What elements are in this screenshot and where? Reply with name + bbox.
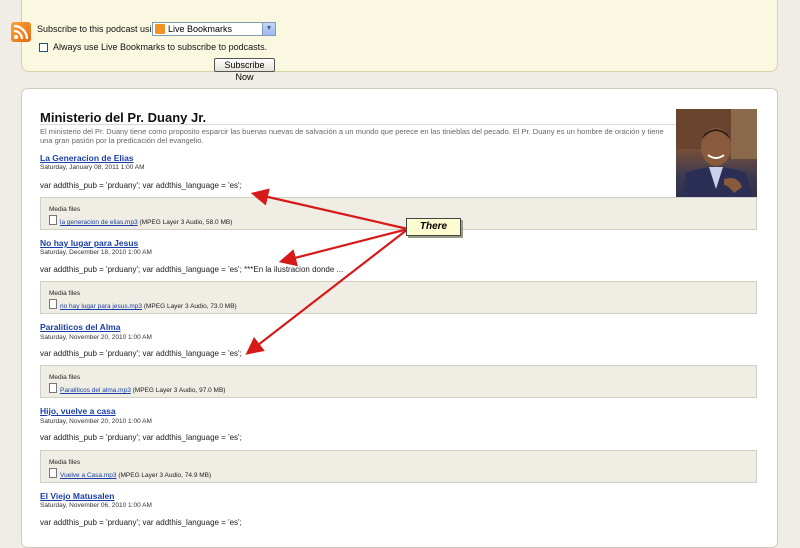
annotation-arrows bbox=[245, 188, 409, 355]
there-callout: There bbox=[406, 218, 461, 236]
